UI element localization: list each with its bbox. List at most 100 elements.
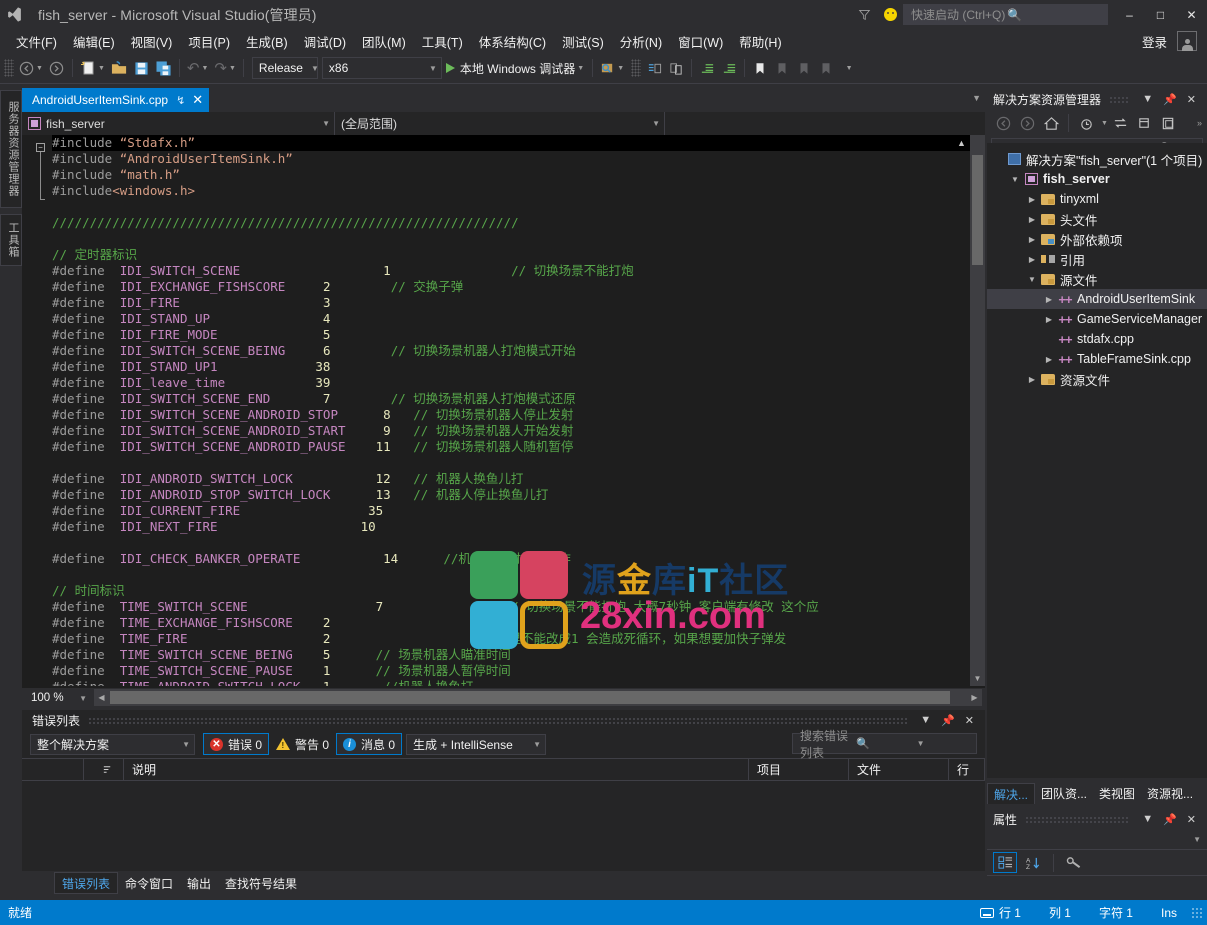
tree-item-stdafxcpp[interactable]: ++ stdafx.cpp — [987, 329, 1207, 349]
menu-build[interactable]: 生成(B) — [238, 30, 296, 53]
project-scope-combo[interactable]: fish_server ▼ — [22, 112, 335, 135]
close-icon[interactable]: ✕ — [1182, 813, 1201, 826]
menu-team[interactable]: 团队(M) — [354, 30, 414, 53]
editor-horizontal-scrollbar[interactable]: ◀ ▶ — [94, 689, 982, 706]
tree-item-fish_server[interactable]: ▼ fish_server — [987, 169, 1207, 189]
solution-tree[interactable]: 解决方案"fish_server"(1 个项目) ▼ fish_server ▶ tin… — [987, 143, 1207, 778]
tree-item-tableframesinkcpp[interactable]: ▶ ++ TableFrameSink.cpp — [987, 349, 1207, 369]
menu-project[interactable]: 项目(P) — [180, 30, 238, 53]
redo-button[interactable]: ↷ ▼ — [211, 57, 239, 79]
bookmark-icon[interactable] — [749, 57, 771, 79]
forward-icon[interactable] — [1016, 113, 1038, 134]
pin-icon[interactable]: 📌 — [936, 714, 960, 727]
tree-item-[interactable]: ▼ 源文件 — [987, 269, 1207, 289]
close-icon[interactable]: ✕ — [1182, 93, 1201, 106]
zoom-combo[interactable]: 100 % ▼ — [26, 689, 91, 707]
clear-bookmarks-icon[interactable] — [815, 57, 837, 79]
editor-gutter[interactable]: − — [22, 135, 50, 686]
menu-help[interactable]: 帮助(H) — [731, 30, 789, 53]
undo-button[interactable]: ↶ ▼ — [184, 57, 212, 79]
sidebar-item-toolbox[interactable]: 工具箱 — [0, 214, 22, 266]
attach-process-icon[interactable]: ▼ — [597, 57, 627, 79]
chevron-down-icon[interactable]: ▼ — [1008, 175, 1022, 184]
tree-item-[interactable]: ▶ 外部依赖项 — [987, 229, 1207, 249]
toolbar-overflow-icon[interactable]: ▼ — [837, 57, 859, 79]
close-icon[interactable]: ✕ — [960, 714, 979, 727]
member-scope-combo[interactable]: (全局范围) ▼ — [335, 112, 665, 135]
chevron-right-icon[interactable]: ▶ — [1025, 235, 1039, 244]
error-search-input[interactable]: 搜索错误列表 🔍 ▼ — [792, 729, 977, 760]
error-scope-combo[interactable]: 整个解决方案 ▼ — [30, 733, 195, 755]
properties-object-combo[interactable]: ▼ — [987, 830, 1207, 850]
tree-item-androiduseritemsink[interactable]: ▶ ++ AndroidUserItemSink — [987, 289, 1207, 309]
close-button[interactable]: ✕ — [1176, 0, 1207, 29]
pin-icon[interactable]: 📌 — [1158, 813, 1182, 826]
chevron-right-icon[interactable]: ▶ — [1025, 375, 1039, 384]
show-all-files-icon[interactable] — [1158, 113, 1180, 134]
increase-indent-icon[interactable] — [696, 57, 718, 79]
tab-command-window[interactable]: 命令窗口 — [118, 872, 180, 894]
navigate-forward-button[interactable] — [46, 57, 68, 79]
chevron-right-icon[interactable]: ▶ — [1025, 195, 1039, 204]
solution-configuration-combo[interactable]: Release ▼ — [251, 57, 319, 79]
sidebar-item-server-explorer[interactable]: 服务器资源管理器 — [0, 90, 22, 208]
code-text[interactable]: #include “Stdafx.h” #include “AndroidUser… — [52, 135, 985, 686]
solution-platform-combo[interactable]: x86 ▼ — [321, 57, 442, 79]
save-all-icon[interactable] — [153, 57, 175, 79]
menu-file[interactable]: 文件(F) — [8, 30, 65, 53]
warnings-toggle-button[interactable]: 警告 0 — [269, 733, 336, 755]
menu-debug[interactable]: 调试(D) — [296, 30, 354, 53]
build-filter-combo[interactable]: 生成 + IntelliSense ▼ — [406, 733, 547, 755]
toolbar-grip[interactable] — [4, 59, 14, 77]
comment-selection-icon[interactable] — [643, 57, 665, 79]
uncomment-selection-icon[interactable] — [665, 57, 687, 79]
errors-toggle-button[interactable]: ✕ 错误 0 — [203, 733, 270, 755]
tab-team-explorer[interactable]: 团队资... — [1035, 783, 1093, 804]
code-editor[interactable]: − #include “Stdafx.h” #include “AndroidUs… — [22, 135, 985, 686]
menu-architecture[interactable]: 体系结构(C) — [471, 30, 554, 53]
maximize-button[interactable]: □ — [1145, 0, 1176, 29]
next-bookmark-icon[interactable] — [793, 57, 815, 79]
collapse-region-icon[interactable]: − — [36, 143, 45, 152]
scroll-right-arrow-icon[interactable]: ▶ — [967, 689, 982, 706]
chevron-down-icon[interactable]: ▼ — [1101, 120, 1108, 127]
minimize-button[interactable]: – — [1114, 0, 1145, 29]
scrollbar-thumb[interactable] — [972, 155, 983, 265]
tree-item-tinyxml[interactable]: ▶ tinyxml — [987, 189, 1207, 209]
tree-item-[interactable]: ▶ 引用 — [987, 249, 1207, 269]
start-debugging-button[interactable]: 本地 Windows 调试器 ▼ — [442, 57, 588, 79]
chevron-right-icon[interactable]: ▶ — [1025, 215, 1039, 224]
menu-view[interactable]: 视图(V) — [123, 30, 181, 53]
save-icon[interactable] — [131, 57, 153, 79]
panel-drag-dots[interactable] — [1025, 815, 1130, 823]
pin-icon[interactable]: 📌 — [1158, 93, 1182, 106]
menu-window[interactable]: 窗口(W) — [670, 30, 731, 53]
alphabetical-icon[interactable]: AZ — [1021, 852, 1045, 873]
home-icon[interactable] — [1040, 113, 1062, 134]
tab-class-view[interactable]: 类视图 — [1093, 783, 1141, 804]
chevron-right-icon[interactable]: ▶ — [1025, 255, 1039, 264]
messages-toggle-button[interactable]: i 消息 0 — [336, 733, 403, 755]
previous-bookmark-icon[interactable] — [771, 57, 793, 79]
quick-launch-input[interactable]: 快速启动 (Ctrl+Q) 🔍 — [903, 4, 1108, 25]
chevron-down-icon[interactable]: ▼ — [917, 739, 973, 748]
chevron-down-icon[interactable]: ▼ — [1025, 275, 1039, 284]
column-header-sort-icon[interactable] — [84, 758, 124, 781]
resize-grip[interactable] — [1191, 906, 1203, 919]
panel-drag-dots[interactable] — [88, 716, 908, 724]
sign-in-button[interactable]: 登录 — [1132, 32, 1177, 51]
tree-item-gameservicemanager[interactable]: ▶ ++ GameServiceManager — [987, 309, 1207, 329]
back-icon[interactable] — [992, 113, 1014, 134]
chevron-down-icon[interactable]: ▼ — [1137, 93, 1158, 105]
tree-item-fish_server1[interactable]: 解决方案"fish_server"(1 个项目) — [987, 149, 1207, 169]
menu-tools[interactable]: 工具(T) — [414, 30, 471, 53]
tab-resource-view[interactable]: 资源视... — [1141, 783, 1199, 804]
property-pages-icon[interactable] — [1062, 852, 1086, 873]
toolbar-overflow-icon[interactable]: » — [1197, 118, 1202, 128]
panel-drag-dots[interactable] — [1109, 95, 1130, 103]
tab-solution-explorer[interactable]: 解决... — [987, 783, 1036, 804]
categorized-icon[interactable] — [993, 852, 1017, 873]
tab-error-list[interactable]: 错误列表 — [54, 872, 119, 894]
menu-test[interactable]: 测试(S) — [554, 30, 612, 53]
column-header-description[interactable]: 说明 — [124, 758, 749, 781]
